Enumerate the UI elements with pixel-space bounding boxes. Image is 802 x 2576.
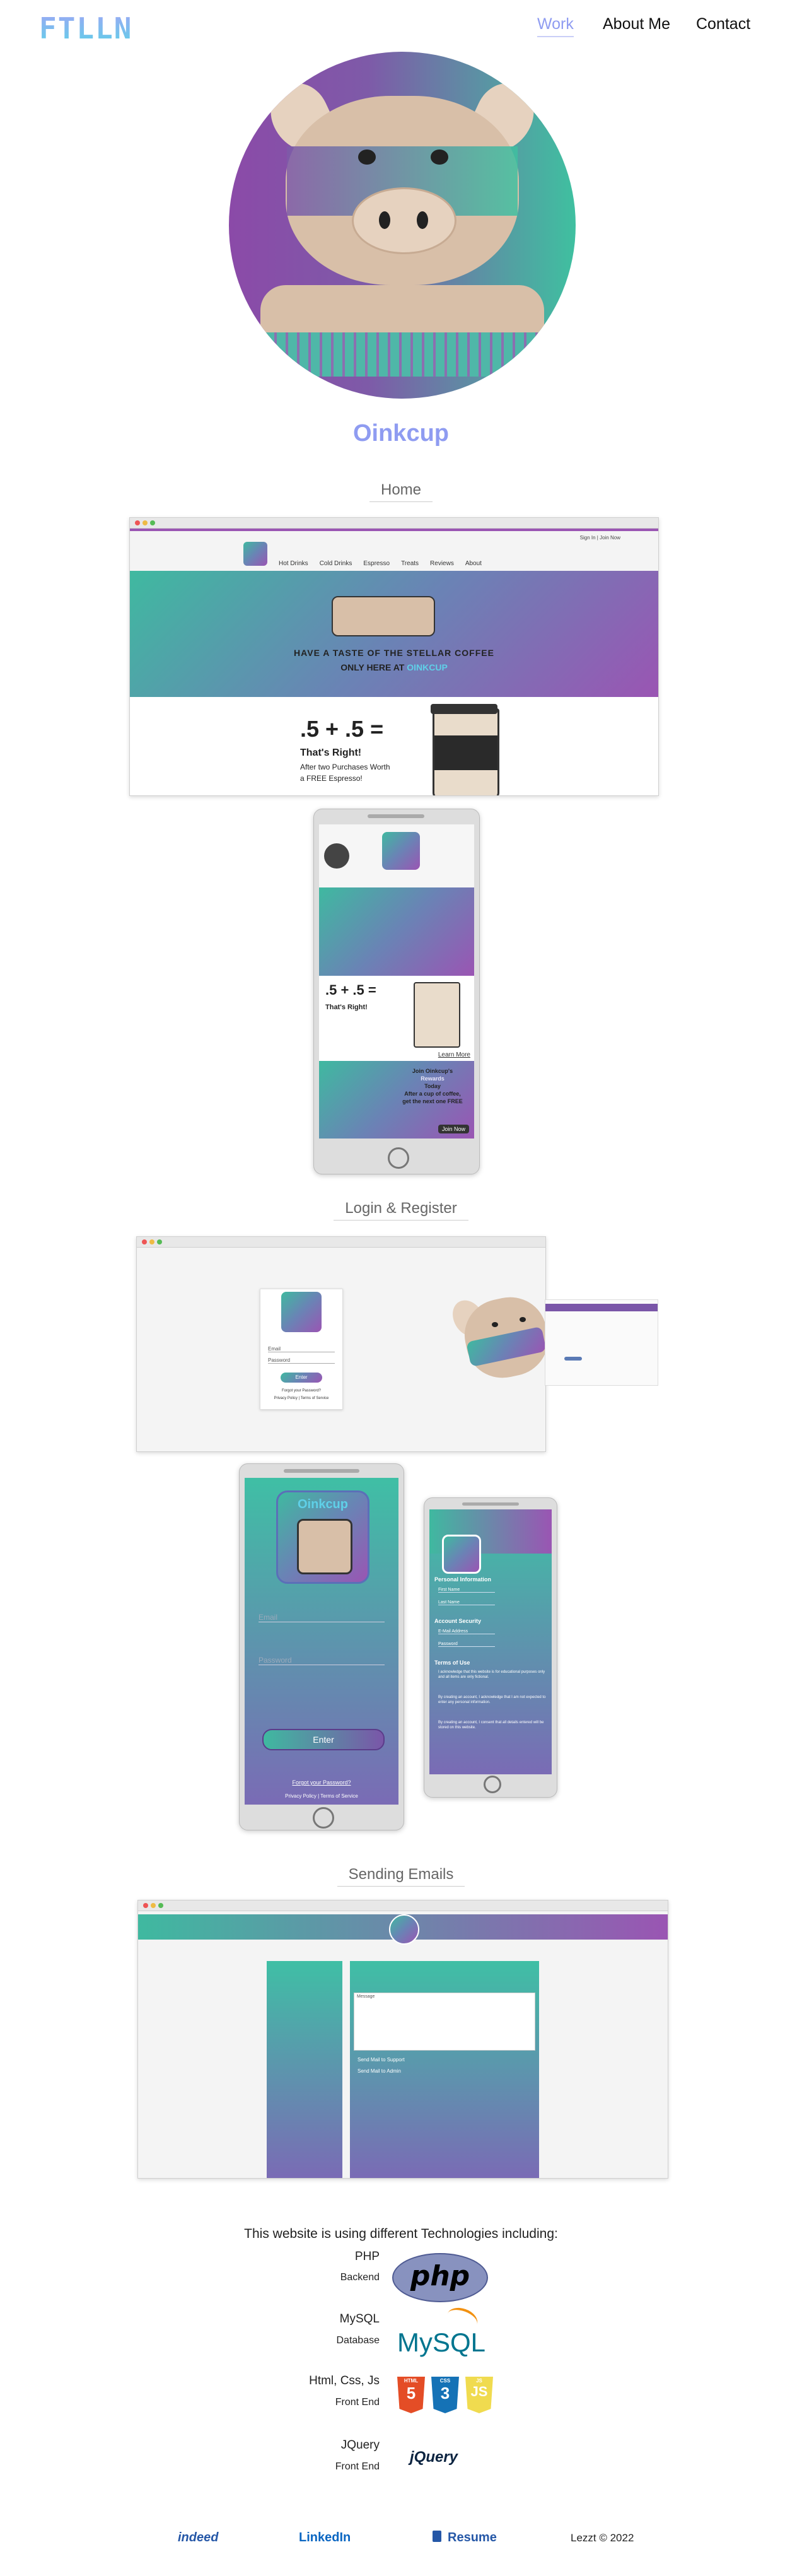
nav-link-contact[interactable]: Contact bbox=[696, 15, 750, 33]
footer-copyright: Lezzt © 2022 bbox=[571, 2532, 634, 2544]
tech-php-name: PHP bbox=[354, 2250, 380, 2263]
register-password[interactable]: Password bbox=[438, 1642, 495, 1647]
section-title-login: Login & Register bbox=[0, 1200, 802, 1221]
nav-link-about[interactable]: About Me bbox=[603, 15, 670, 33]
promo-title: That's Right! bbox=[300, 747, 362, 758]
register-term-1[interactable]: I acknowledge that this website is for e… bbox=[438, 1670, 547, 1680]
coffee-cup bbox=[431, 704, 499, 795]
tech-intro: This website is using different Technolo… bbox=[244, 2227, 558, 2241]
footer-indeed-link[interactable]: indeed bbox=[178, 2531, 218, 2545]
emails-sidebar bbox=[267, 1961, 342, 2178]
nav-link-work[interactable]: Work bbox=[537, 15, 574, 37]
emails-desktop-screenshot: Message Send Mail to Support Send Mail t… bbox=[137, 1900, 668, 2179]
register-security-heading: Account Security bbox=[434, 1618, 482, 1624]
hero-brand: Oinkcup bbox=[407, 662, 448, 672]
logo[interactable]: FTLLN bbox=[39, 11, 132, 45]
register-term-2[interactable]: By creating an account, I acknowledge th… bbox=[438, 1695, 547, 1705]
html5-icon: HTML 5 bbox=[397, 2377, 425, 2413]
home-button bbox=[388, 1147, 409, 1169]
email-message-label: Message bbox=[357, 1994, 375, 1999]
tech-mysql-role: Database bbox=[336, 2335, 380, 2346]
login-mobile-logo: Oinkcup bbox=[276, 1490, 369, 1584]
login-mobile-screenshot: Oinkcup Email Password Enter Forgot your… bbox=[239, 1463, 404, 1830]
login-password-field[interactable]: Password bbox=[268, 1357, 335, 1364]
register-first-name[interactable]: First Name bbox=[438, 1588, 495, 1593]
login-policy-link[interactable]: Privacy Policy | Terms of Service bbox=[260, 1396, 342, 1400]
login-card: Email Password Enter Forgot your Passwor… bbox=[260, 1289, 343, 1410]
section-title-emails: Sending Emails bbox=[0, 1866, 802, 1887]
register-term-3[interactable]: By creating an account, I consent that a… bbox=[438, 1720, 547, 1730]
promo-line2: a FREE Espresso! bbox=[300, 774, 363, 783]
login-email-field[interactable]: Email bbox=[268, 1346, 335, 1352]
promo-line1: After two Purchases Worth bbox=[300, 763, 390, 771]
tech-jquery-role: Front End bbox=[335, 2461, 380, 2472]
mobile-rewards: Join Oinkcup's Rewards Today After a cup… bbox=[319, 1061, 474, 1139]
resume-icon bbox=[433, 2531, 441, 2542]
pig-body bbox=[260, 285, 544, 336]
join-now-button[interactable]: Join Now bbox=[438, 1125, 469, 1133]
login-mobile-email[interactable]: Email bbox=[259, 1613, 385, 1622]
hero-line2: only here at bbox=[340, 662, 405, 672]
login-mobile-forgot[interactable]: Forgot your Password? bbox=[245, 1779, 398, 1786]
register-email[interactable]: E-Mail Address bbox=[438, 1629, 495, 1634]
hero-line1: Have a taste of the stellar coffee bbox=[294, 648, 494, 658]
login-mobile-policy[interactable]: Privacy Policy | Terms of Service bbox=[245, 1793, 398, 1799]
tech-mysql-name: MySQL bbox=[339, 2312, 380, 2326]
php-logo: php bbox=[392, 2253, 488, 2302]
home-nav-menu: Hot Drinks Cold Drinks Espresso Treats Revi… bbox=[279, 560, 482, 567]
send-admin-button[interactable]: Send Mail to Admin bbox=[357, 2068, 401, 2074]
home-nav-logo bbox=[243, 542, 267, 566]
tech-jquery-name: JQuery bbox=[340, 2438, 380, 2452]
home-hero-banner: Have a taste of the stellar coffee only … bbox=[130, 571, 658, 697]
login-mobile-password[interactable]: Password bbox=[259, 1656, 385, 1665]
home-button bbox=[484, 1776, 501, 1793]
footer-linkedin-link[interactable]: LinkedIn bbox=[299, 2531, 351, 2545]
pig-eye-left bbox=[358, 149, 376, 165]
learn-more-link[interactable]: Learn More bbox=[438, 1051, 470, 1058]
home-button bbox=[313, 1807, 334, 1829]
home-desktop-screenshot: Sign In | Join Now Hot Drinks Cold Drinks… bbox=[129, 517, 659, 796]
login-enter-button[interactable]: Enter bbox=[281, 1373, 322, 1383]
mobile-hero bbox=[319, 887, 474, 976]
css3-icon: CSS 3 bbox=[431, 2377, 459, 2413]
pig-snout bbox=[352, 187, 456, 254]
project-title: Oinkcup bbox=[352, 420, 450, 447]
js-icon: JS JS bbox=[465, 2377, 493, 2413]
footer-resume-link[interactable]: Resume bbox=[448, 2531, 497, 2545]
jquery-logo: jQuery bbox=[410, 2449, 458, 2466]
send-support-button[interactable]: Send Mail to Support bbox=[357, 2057, 405, 2063]
emails-main-panel: Message Send Mail to Support Send Mail t… bbox=[350, 1961, 539, 2178]
home-top-links: Sign In | Join Now bbox=[579, 535, 620, 541]
login-pig-mascot bbox=[446, 1287, 555, 1385]
login-forgot-link[interactable]: Forgot your Password? bbox=[260, 1389, 342, 1393]
pig-eye-right bbox=[431, 149, 448, 165]
promo-big: .5 + .5 = bbox=[300, 716, 384, 742]
project-avatar bbox=[229, 52, 576, 399]
register-mobile-screenshot: Personal Information First Name Last Nam… bbox=[424, 1497, 557, 1798]
tech-php-role: Backend bbox=[340, 2272, 380, 2283]
section-title-home: Home bbox=[0, 481, 802, 502]
login-modal-preview bbox=[545, 1299, 658, 1386]
register-personal-heading: Personal Information bbox=[434, 1576, 492, 1583]
keyboard bbox=[254, 332, 550, 377]
home-mobile-screenshot: .5 + .5 = That's Right! Learn More Join … bbox=[313, 809, 480, 1174]
promo-area: .5 + .5 = That's Right! After two Purcha… bbox=[130, 697, 658, 795]
register-terms-heading: Terms of Use bbox=[434, 1660, 470, 1666]
tech-web-name: Html, Css, Js bbox=[309, 2374, 380, 2387]
login-mobile-enter-button[interactable]: Enter bbox=[262, 1729, 385, 1750]
mobile-promo: .5 + .5 = That's Right! Learn More bbox=[319, 976, 474, 1061]
register-last-name[interactable]: Last Name bbox=[438, 1600, 495, 1605]
tech-web-role: Front End bbox=[335, 2397, 380, 2408]
